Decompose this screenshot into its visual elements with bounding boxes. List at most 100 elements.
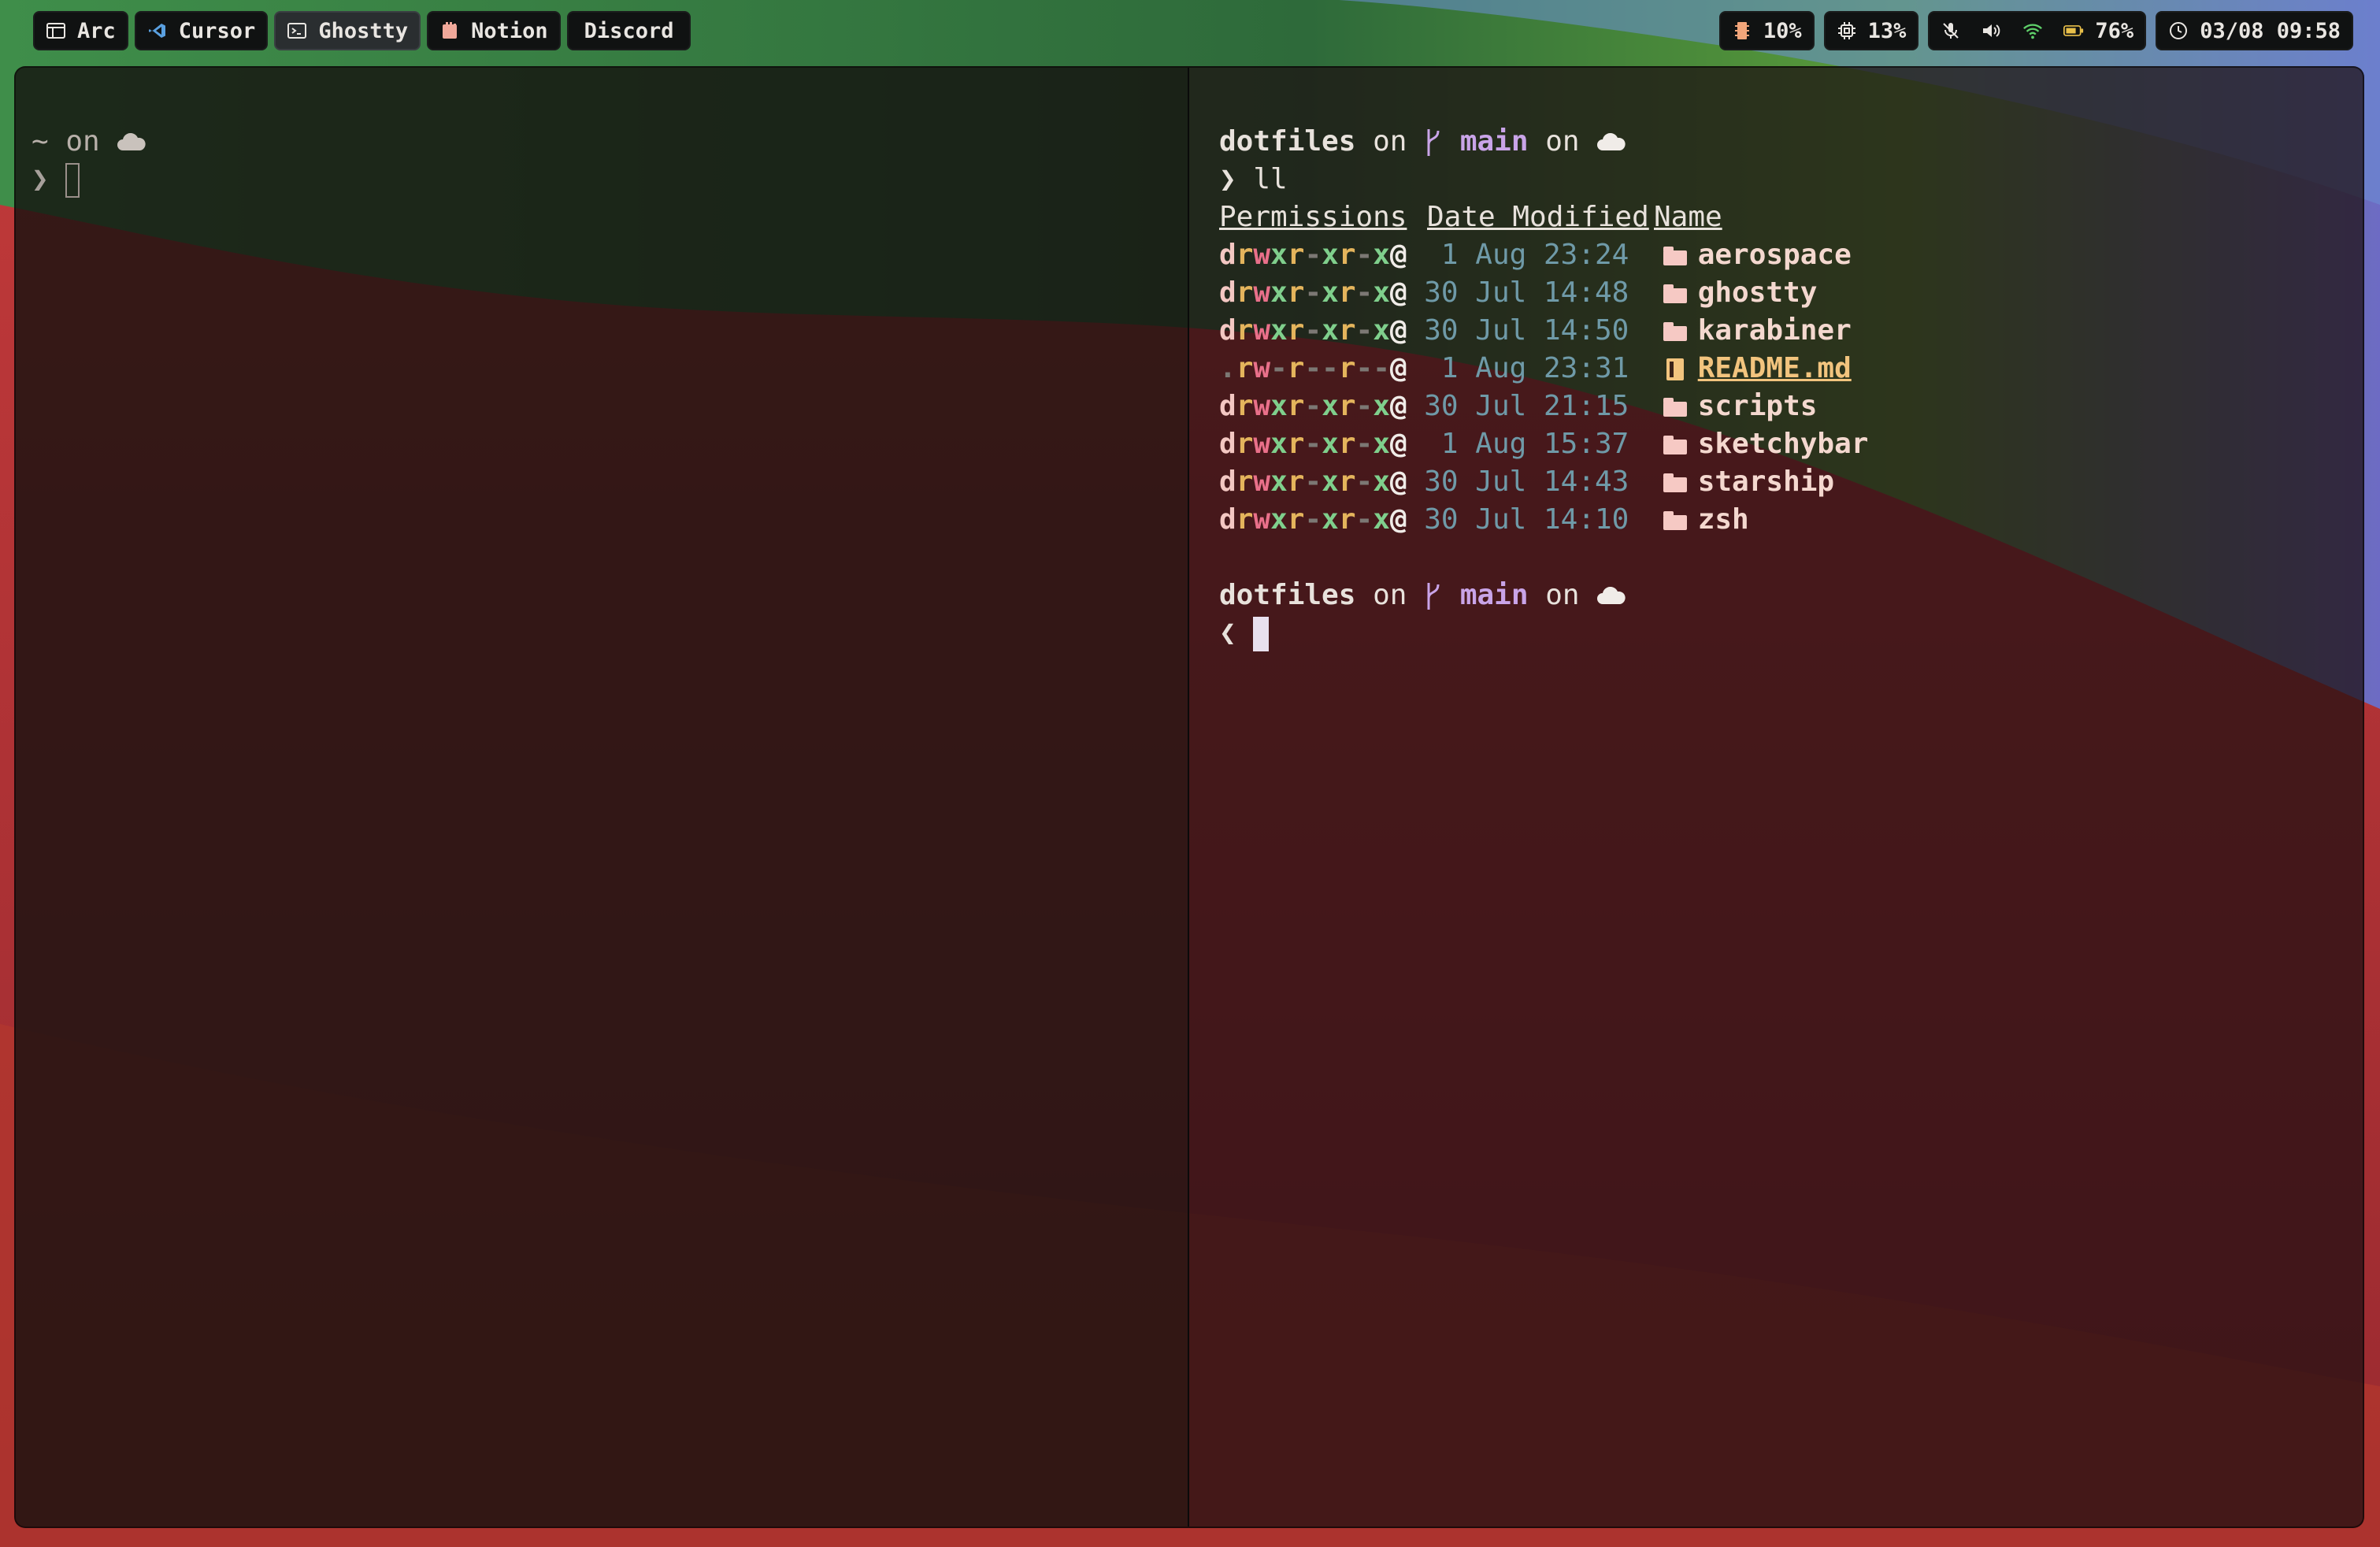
directory-name: aerospace (1697, 239, 1852, 271)
app-label: Ghostty (318, 18, 409, 43)
prompt-line: dotfiles on main on (1219, 577, 1626, 614)
directory-name: starship (1697, 466, 1835, 498)
prompt-on: on (1545, 125, 1580, 158)
folder-icon (1663, 322, 1687, 341)
directory-name: zsh (1697, 503, 1749, 536)
date-modified: 30 Jul 14:48 (1424, 276, 1629, 309)
date-modified: 1 Aug 23:24 (1424, 239, 1629, 271)
ls-row: drwxr-xr-x@ 30 Jul 14:48 ghostty (1219, 274, 1817, 312)
cloud-icon (1597, 133, 1626, 150)
menu-bar: Arc Cursor Ghostty Notion Discord 10% 13… (0, 0, 2380, 63)
date-modified: 30 Jul 21:15 (1424, 390, 1629, 422)
microphone-muted-icon[interactable] (1941, 20, 1961, 41)
folder-icon (1663, 511, 1687, 530)
text-cursor (1253, 617, 1270, 651)
file-name: README.md (1697, 352, 1852, 384)
memory-widget[interactable]: 10% (1718, 11, 1815, 50)
terminal-pane-right[interactable]: dotfiles on main on ❯ ll Permissions Dat… (1189, 68, 2363, 1527)
prompt-symbol: ❮ (1219, 617, 1236, 649)
terminal-icon (287, 20, 307, 41)
column-header-permissions: Permissions (1219, 201, 1407, 233)
battery-value: 76% (2095, 18, 2134, 43)
folder-icon (1663, 398, 1687, 417)
app-button-ghostty[interactable]: Ghostty (274, 11, 421, 50)
datetime-value: 03/08 09:58 (2200, 18, 2341, 43)
workspace-app-list: Arc Cursor Ghostty Notion Discord (33, 11, 691, 50)
cpu-icon (1837, 20, 1857, 41)
app-label: Discord (584, 18, 674, 43)
git-branch-name: main (1459, 125, 1529, 158)
input-line[interactable]: ❯ (32, 161, 80, 198)
ls-row: drwxr-xr-x@ 30 Jul 14:10 zsh (1219, 501, 1749, 539)
column-header-name: Name (1654, 201, 1722, 233)
git-branch-icon (1427, 129, 1440, 156)
ls-row: .rw-r--r--@ 1 Aug 23:31 README.md (1219, 350, 1852, 388)
git-branch-icon (1427, 583, 1440, 610)
cpu-widget[interactable]: 13% (1823, 11, 1919, 50)
folder-icon (1663, 284, 1687, 303)
app-label: Notion (471, 18, 548, 43)
command-text: ll (1253, 163, 1288, 195)
prompt-symbol: ❯ (1219, 163, 1236, 195)
date-modified: 30 Jul 14:43 (1424, 466, 1629, 498)
clock-icon (2168, 20, 2189, 41)
date-modified: 30 Jul 14:10 (1424, 503, 1629, 536)
app-label: Arc (77, 18, 116, 43)
wifi-icon[interactable] (2022, 20, 2043, 41)
permissions: .rw-r--r--@ (1219, 352, 1407, 384)
prompt-on: on (1373, 579, 1407, 611)
permissions: drwxr-xr-x@ (1219, 503, 1407, 536)
ghostty-terminal-window[interactable]: ~ on ❯ dotfiles on main on ❯ ll Permissi… (14, 66, 2364, 1528)
date-modified: 1 Aug 23:31 (1424, 352, 1629, 384)
app-button-discord[interactable]: Discord (566, 11, 691, 50)
date-modified: 30 Jul 14:50 (1424, 314, 1629, 347)
folder-icon (1663, 436, 1687, 454)
prompt-symbol: ❯ (32, 163, 49, 195)
permissions: drwxr-xr-x@ (1219, 314, 1407, 347)
date-modified: 1 Aug 15:37 (1424, 428, 1629, 460)
folder-icon (1663, 473, 1687, 492)
prompt-on: on (1545, 579, 1580, 611)
app-button-notion[interactable]: Notion (427, 11, 561, 50)
vscode-icon (147, 20, 168, 41)
prompt-on: on (1373, 125, 1407, 158)
directory-name: scripts (1697, 390, 1818, 422)
clock-widget[interactable]: 03/08 09:58 (2156, 11, 2353, 50)
permissions: drwxr-xr-x@ (1219, 390, 1407, 422)
column-header-date: Date Modified (1427, 201, 1649, 233)
markdown-file-icon (1666, 358, 1684, 380)
text-cursor (65, 163, 80, 198)
command-line: ❯ ll (1219, 161, 1288, 198)
ls-row: drwxr-xr-x@ 30 Jul 14:50 karabiner (1219, 312, 1852, 350)
app-label: Cursor (178, 18, 256, 43)
ls-row: drwxr-xr-x@ 30 Jul 21:15 scripts (1219, 388, 1817, 425)
memory-icon (1732, 20, 1752, 41)
permissions: drwxr-xr-x@ (1219, 276, 1407, 309)
folder-icon (1663, 247, 1687, 265)
permissions: drwxr-xr-x@ (1219, 428, 1407, 460)
input-line[interactable]: ❮ (1219, 614, 1270, 652)
permissions: drwxr-xr-x@ (1219, 239, 1407, 271)
app-button-arc[interactable]: Arc (33, 11, 128, 50)
prompt-line: dotfiles on main on (1219, 123, 1626, 161)
volume-icon[interactable] (1981, 20, 2002, 41)
prompt-dir: dotfiles (1219, 579, 1356, 611)
system-controls: 76% (1928, 11, 2147, 50)
battery-icon (2063, 20, 2084, 41)
cloud-icon (117, 133, 146, 150)
prompt-on: on (65, 125, 100, 158)
terminal-pane-left[interactable]: ~ on ❯ (16, 68, 1188, 1527)
cloud-icon (1597, 587, 1626, 604)
memory-value: 10% (1763, 18, 1802, 43)
app-button-cursor[interactable]: Cursor (134, 11, 269, 50)
directory-name: karabiner (1697, 314, 1852, 347)
prompt-line: ~ on (32, 123, 146, 161)
prompt-dir: dotfiles (1219, 125, 1356, 158)
ls-row: drwxr-xr-x@ 30 Jul 14:43 starship (1219, 463, 1834, 501)
prompt-dir: ~ (32, 125, 49, 158)
notion-icon (439, 20, 460, 41)
git-branch-name: main (1459, 579, 1529, 611)
status-area: 10% 13% 76% 03/08 09:58 (1718, 11, 2353, 50)
directory-name: sketchybar (1697, 428, 1869, 460)
ls-row: drwxr-xr-x@ 1 Aug 15:37 sketchybar (1219, 425, 1868, 463)
